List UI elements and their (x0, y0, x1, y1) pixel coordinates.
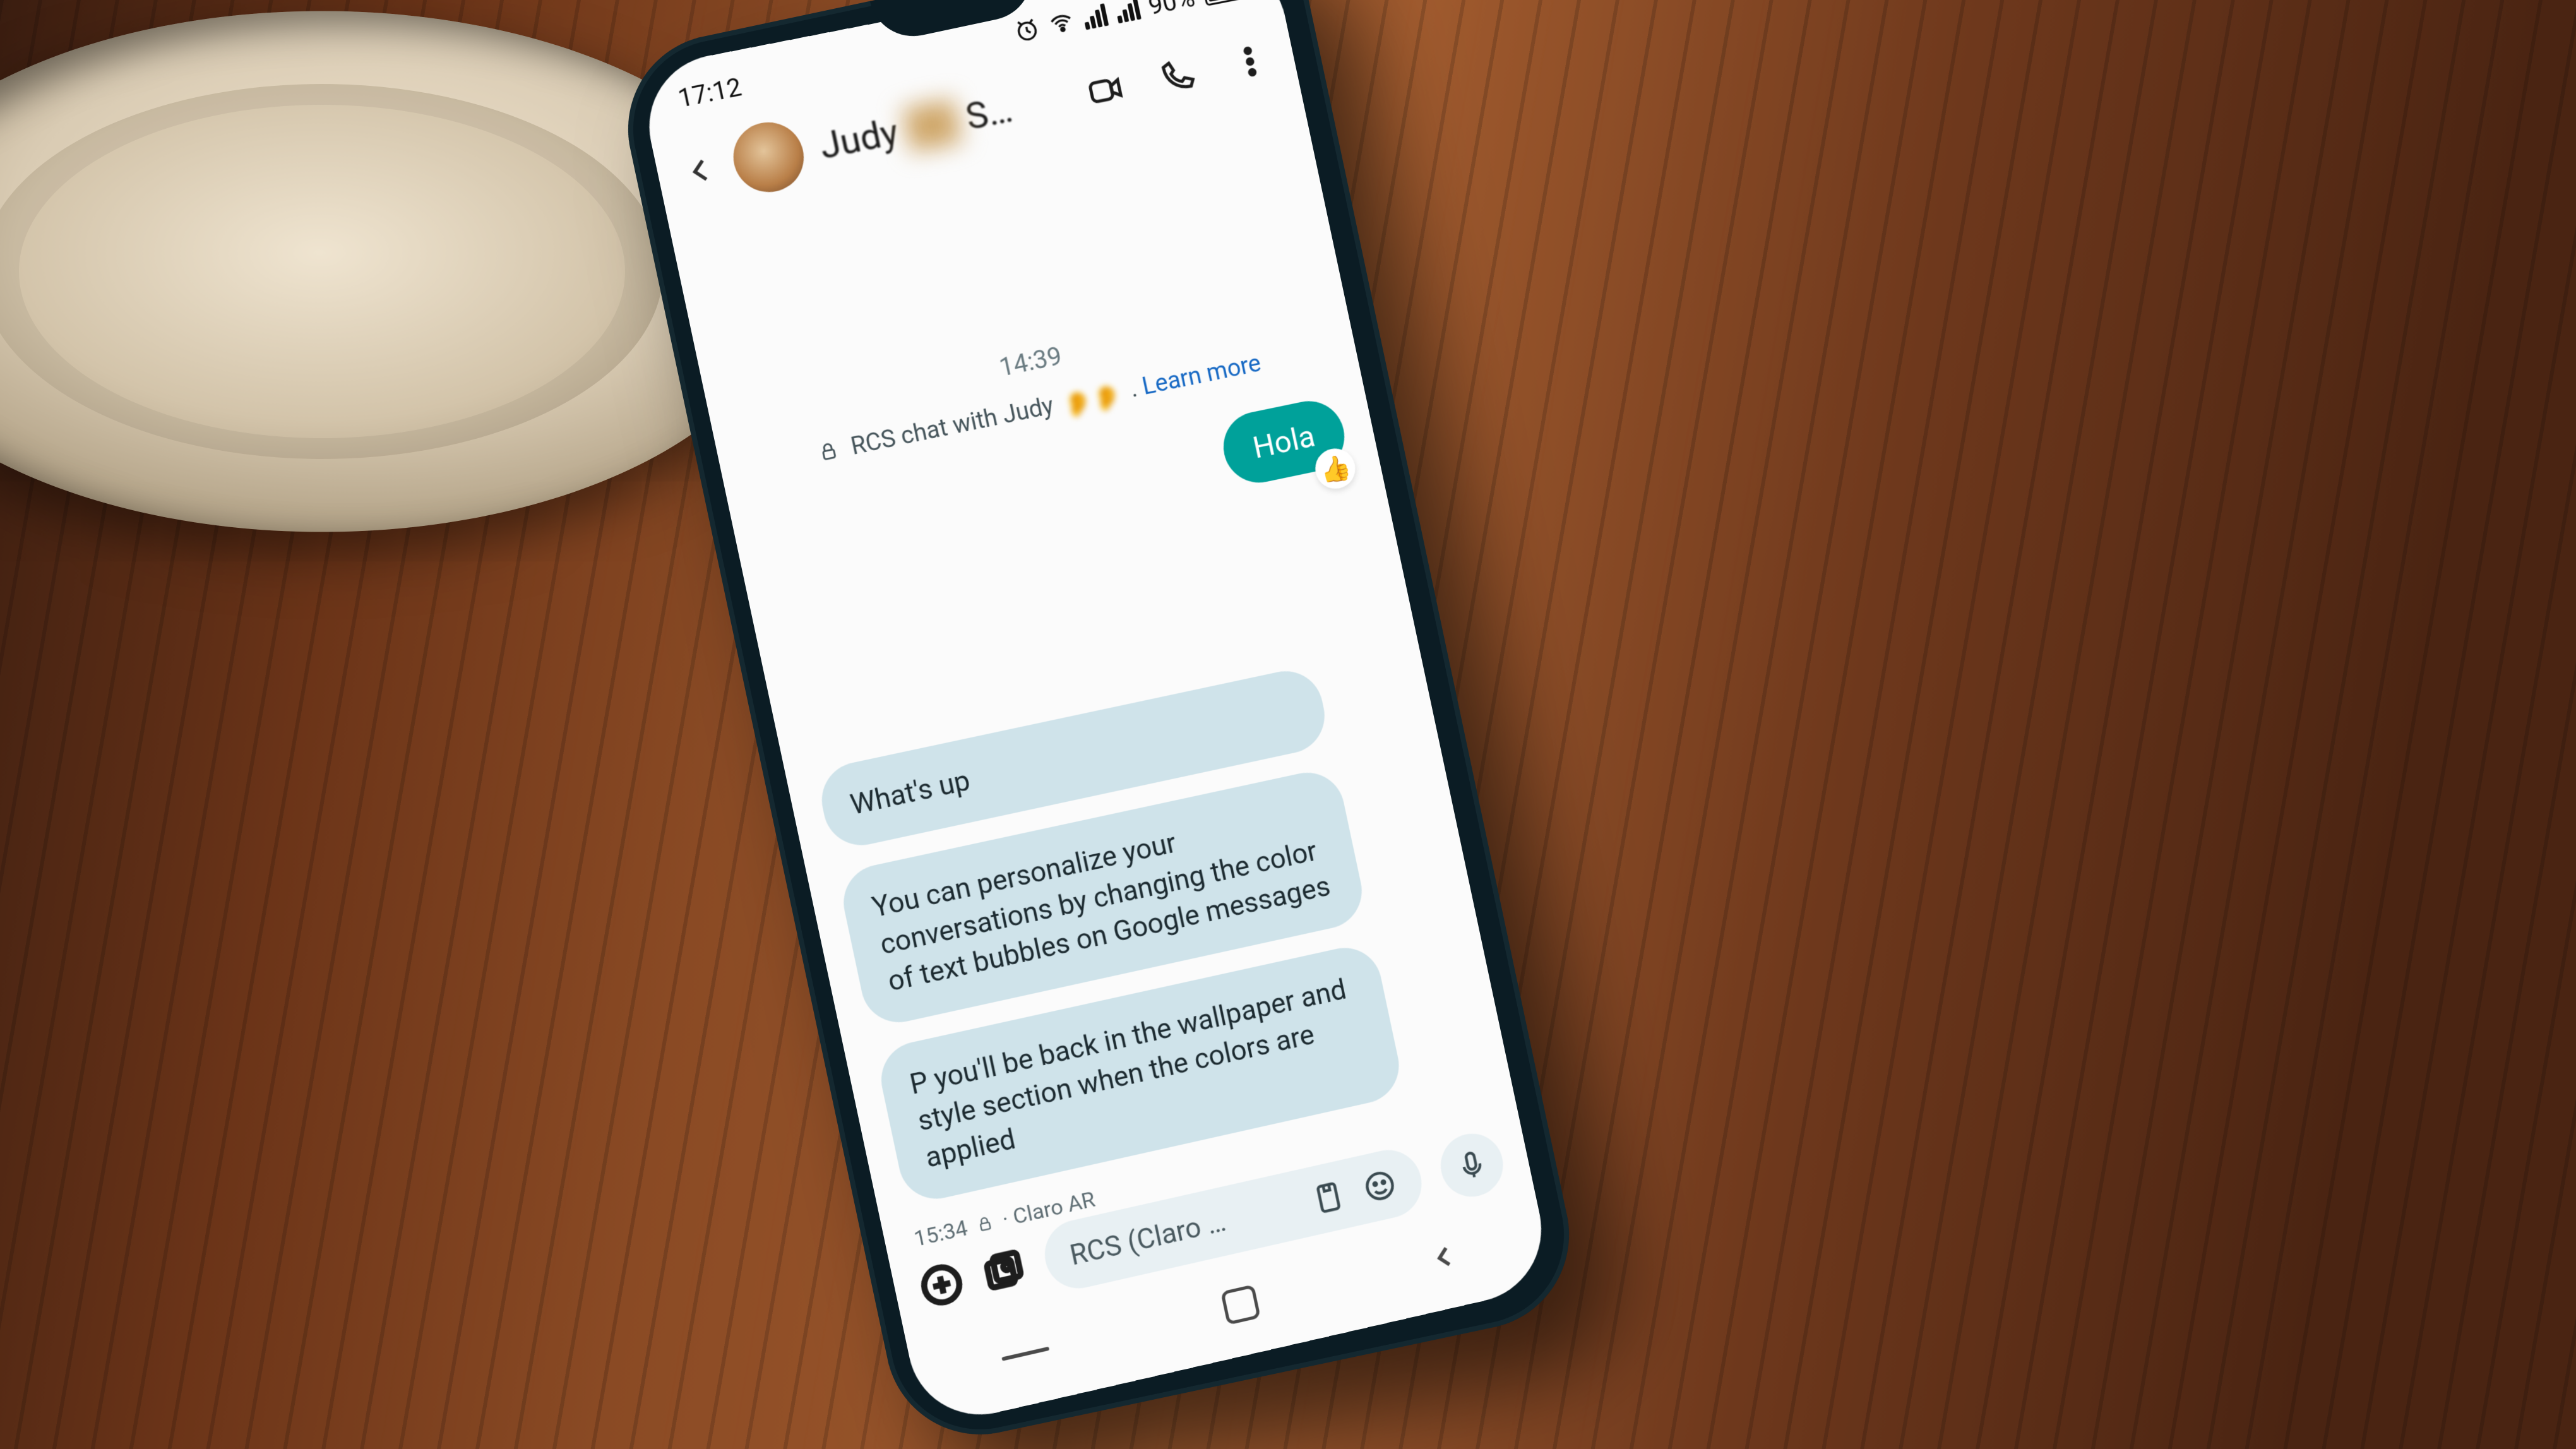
attach-icon[interactable] (1308, 1178, 1349, 1219)
add-button[interactable] (917, 1260, 967, 1310)
voice-call-button[interactable] (1155, 54, 1200, 98)
back-nav-button[interactable] (1427, 1240, 1462, 1277)
phone-screen: 17:12 90% Judy ██ (636, 0, 1554, 1429)
battery-icon (1202, 0, 1245, 6)
signal-icon-2 (1114, 0, 1141, 23)
contact-avatar[interactable] (727, 116, 810, 198)
battery-percent: 90% (1146, 0, 1198, 21)
video-call-button[interactable] (1083, 68, 1128, 112)
alarm-icon (1012, 15, 1042, 45)
emoji-icon[interactable] (1360, 1166, 1400, 1206)
voice-input-button[interactable] (1435, 1128, 1509, 1203)
learn-more-link[interactable]: Learn more (1140, 350, 1263, 401)
recents-button[interactable] (1002, 1347, 1050, 1361)
back-button[interactable] (681, 152, 720, 190)
emoji-blur: 👂👂 (1061, 382, 1125, 421)
contact-name[interactable]: Judy ██ S… (816, 88, 1016, 168)
lock-icon (816, 439, 842, 464)
conversation-area[interactable]: 14:39 RCS chat with Judy 👂👂 . Learn more… (672, 111, 1516, 1242)
phone: 17:12 90% Judy ██ (611, 0, 1587, 1449)
signal-icon (1081, 3, 1109, 30)
wifi-icon (1046, 8, 1076, 38)
message-reaction[interactable]: 👍 (1311, 445, 1359, 492)
more-menu-button[interactable] (1228, 40, 1272, 84)
gallery-button[interactable] (979, 1246, 1029, 1296)
redacted-text: ██ (902, 98, 962, 151)
home-button[interactable] (1220, 1284, 1261, 1325)
photo-scene: 17:12 90% Judy ██ (0, 0, 2576, 1449)
status-time: 17:12 (676, 72, 744, 114)
